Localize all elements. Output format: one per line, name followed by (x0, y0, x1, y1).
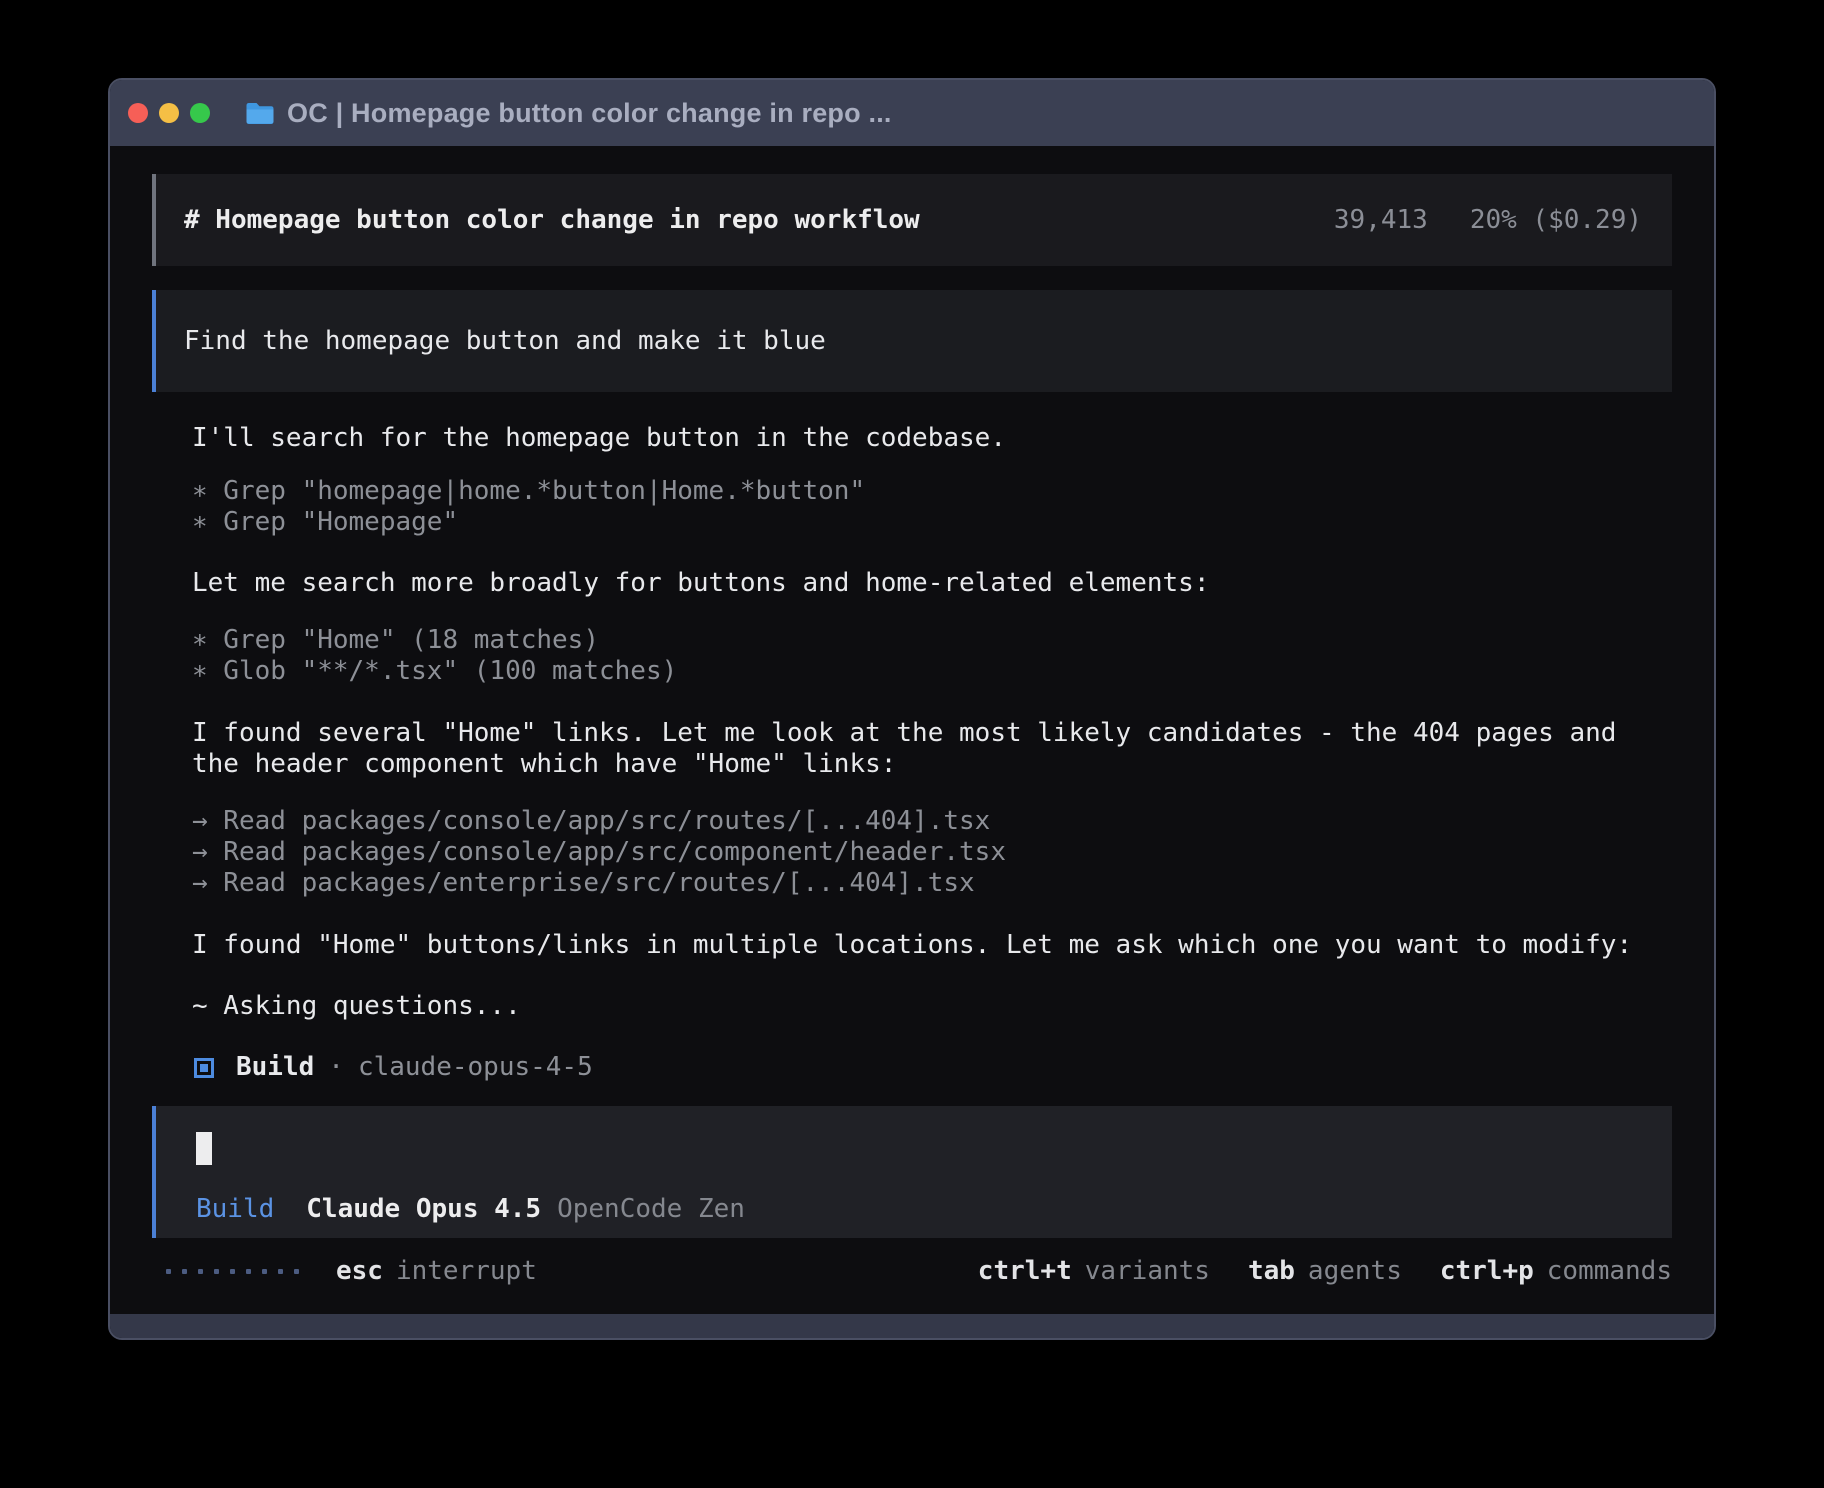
input-model-label[interactable]: Claude Opus 4.5 (306, 1194, 541, 1225)
shortcut-label: commands (1547, 1256, 1672, 1287)
terminal-content: # Homepage button color change in repo w… (110, 146, 1714, 1314)
context-usage-cost: 20% ($0.29) (1470, 205, 1642, 236)
read-tool-group: → Read packages/console/app/src/routes/[… (192, 806, 1672, 899)
build-agent-icon (194, 1058, 214, 1078)
input-provider-label: OpenCode Zen (557, 1194, 745, 1225)
glob-tool-call: ∗ Glob "**/*.tsx" (100 matches) (192, 656, 1672, 687)
prompt-input[interactable]: Build Claude Opus 4.5 OpenCode Zen (152, 1106, 1672, 1238)
user-message: Find the homepage button and make it blu… (152, 290, 1672, 392)
grep-tool-call: ∗ Grep "homepage|home.*button|Home.*butt… (192, 476, 1672, 507)
assistant-text-intro: I'll search for the homepage button in t… (192, 423, 1672, 454)
window-bottom-edge (110, 1314, 1714, 1340)
window-titlebar[interactable]: OC | Homepage button color change in rep… (110, 80, 1714, 146)
shortcut-key: tab (1248, 1256, 1295, 1287)
footer-shortcuts: ctrl+t variants tab agents ctrl+p comman… (940, 1256, 1672, 1287)
token-count: 39,413 (1334, 205, 1428, 236)
assistant-text-candidates: I found several "Home" links. Let me loo… (192, 718, 1672, 780)
asking-questions-status: ~ Asking questions... (192, 991, 1672, 1022)
minimize-window-button[interactable] (159, 103, 179, 123)
tool-call-group: ∗ Grep "Home" (18 matches) ∗ Glob "**/*.… (192, 625, 1672, 687)
shortcut-variants: ctrl+t variants (978, 1256, 1210, 1287)
session-stats: 39,413 20% ($0.29) (1334, 205, 1642, 236)
agent-separator: · (328, 1052, 344, 1083)
shortcut-key: ctrl+p (1440, 1256, 1534, 1287)
session-header: # Homepage button color change in repo w… (152, 174, 1672, 266)
agent-status-line: Build · claude-opus-4-5 (194, 1052, 1672, 1083)
input-mode-label[interactable]: Build (196, 1194, 274, 1225)
shortcut-commands: ctrl+p commands (1440, 1256, 1672, 1287)
agent-name: Build (236, 1052, 314, 1083)
read-tool-call: → Read packages/console/app/src/componen… (192, 837, 1672, 868)
shortcut-label: variants (1085, 1256, 1210, 1287)
spinner-dots (166, 1269, 310, 1274)
fullscreen-window-button[interactable] (190, 103, 210, 123)
esc-key-hint: esc (336, 1256, 383, 1287)
agent-model: claude-opus-4-5 (358, 1052, 593, 1083)
grep-tool-call: ∗ Grep "Homepage" (192, 507, 1672, 538)
read-tool-call: → Read packages/console/app/src/routes/[… (192, 806, 1672, 837)
folder-icon (245, 101, 275, 126)
session-title: # Homepage button color change in repo w… (184, 205, 920, 236)
shortcut-key: ctrl+t (978, 1256, 1072, 1287)
read-tool-call: → Read packages/enterprise/src/routes/[.… (192, 868, 1672, 899)
input-status-bar: Build Claude Opus 4.5 OpenCode Zen (196, 1194, 1632, 1225)
grep-tool-call: ∗ Grep "Home" (18 matches) (192, 625, 1672, 656)
assistant-text-ask: I found "Home" buttons/links in multiple… (192, 930, 1672, 961)
shortcut-label: agents (1308, 1256, 1402, 1287)
user-message-text: Find the homepage button and make it blu… (184, 326, 826, 357)
text-cursor (196, 1132, 212, 1165)
shortcut-agents: tab agents (1248, 1256, 1402, 1287)
footer-left: esc interrupt (166, 1256, 537, 1287)
assistant-text-broaden: Let me search more broadly for buttons a… (192, 568, 1672, 599)
close-window-button[interactable] (128, 103, 148, 123)
window-title: OC | Homepage button color change in rep… (287, 98, 892, 129)
esc-key-label: interrupt (396, 1256, 537, 1287)
terminal-window: OC | Homepage button color change in rep… (108, 78, 1716, 1340)
tool-call-group: ∗ Grep "homepage|home.*button|Home.*butt… (192, 476, 1672, 538)
status-footer: esc interrupt ctrl+t variants tab agents… (152, 1256, 1672, 1287)
